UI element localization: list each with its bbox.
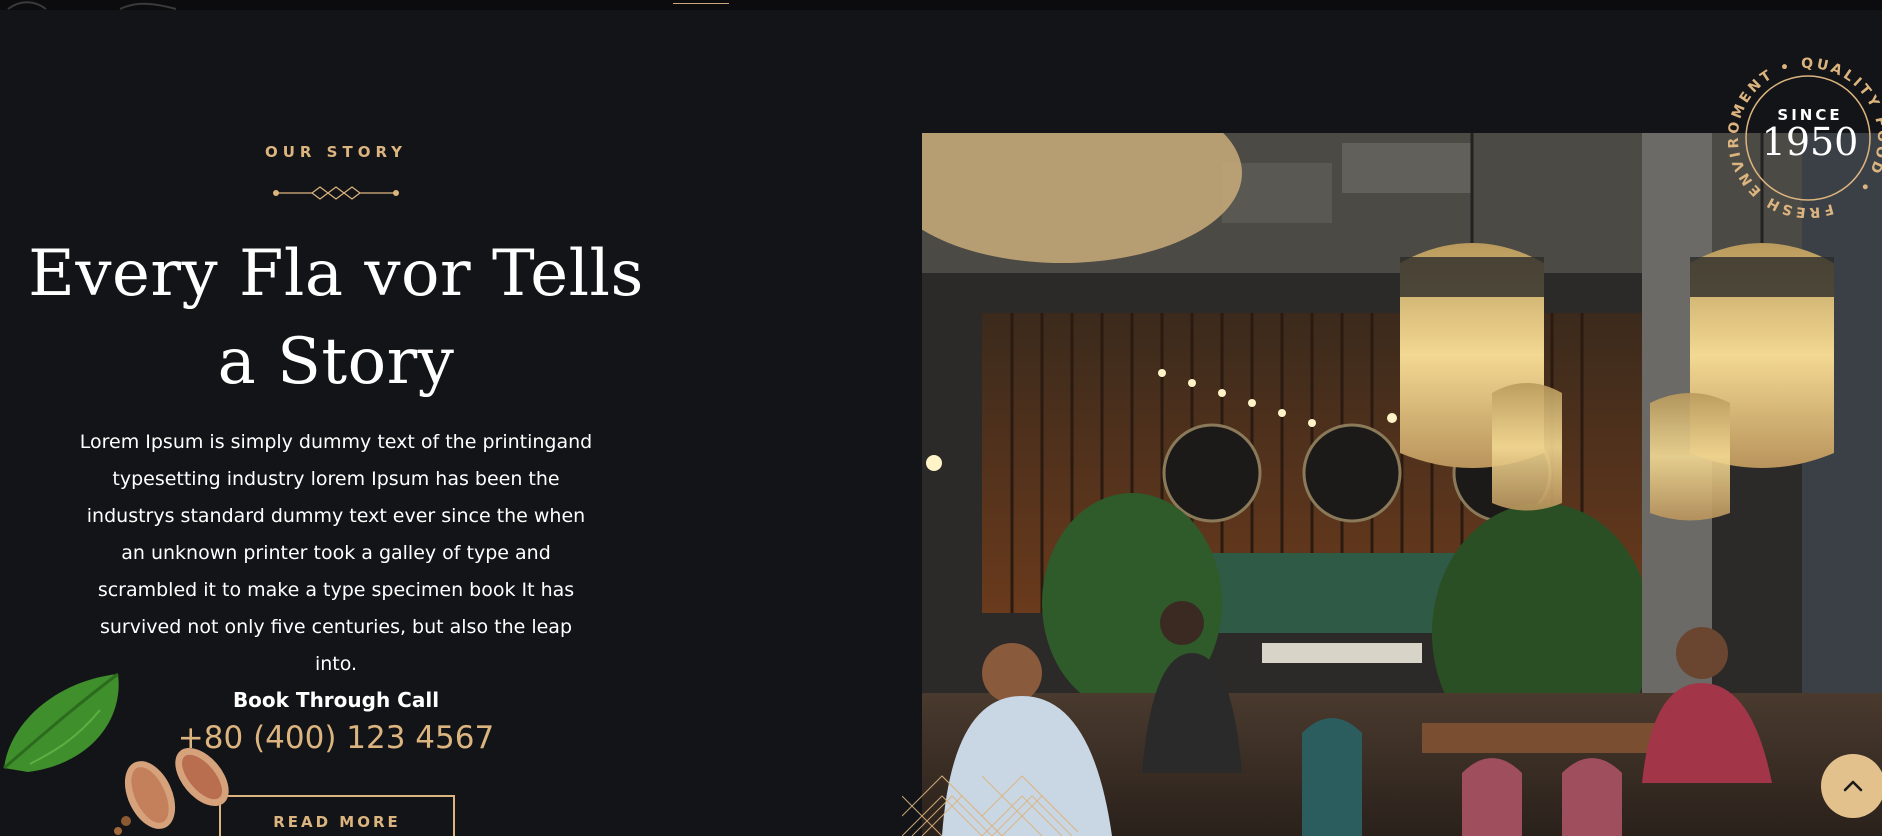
- section-description: Lorem Ipsum is simply dummy text of the …: [79, 431, 593, 675]
- scroll-to-top-button[interactable]: [1821, 754, 1882, 818]
- read-more-button[interactable]: READ MORE: [219, 795, 455, 836]
- badge-year: 1950: [1761, 120, 1859, 164]
- garlic-icon: [114, 747, 229, 835]
- lattice-ornament-icon: [902, 775, 1078, 836]
- diamond-divider-icon: [273, 186, 399, 200]
- nav-active-indicator: [673, 3, 729, 4]
- chevron-up-icon: [1843, 780, 1863, 792]
- section-headline: Every Fla vor Tells a Story: [28, 237, 644, 399]
- section-eyebrow: OUR STORY: [264, 143, 408, 161]
- restaurant-photo: [922, 133, 1882, 836]
